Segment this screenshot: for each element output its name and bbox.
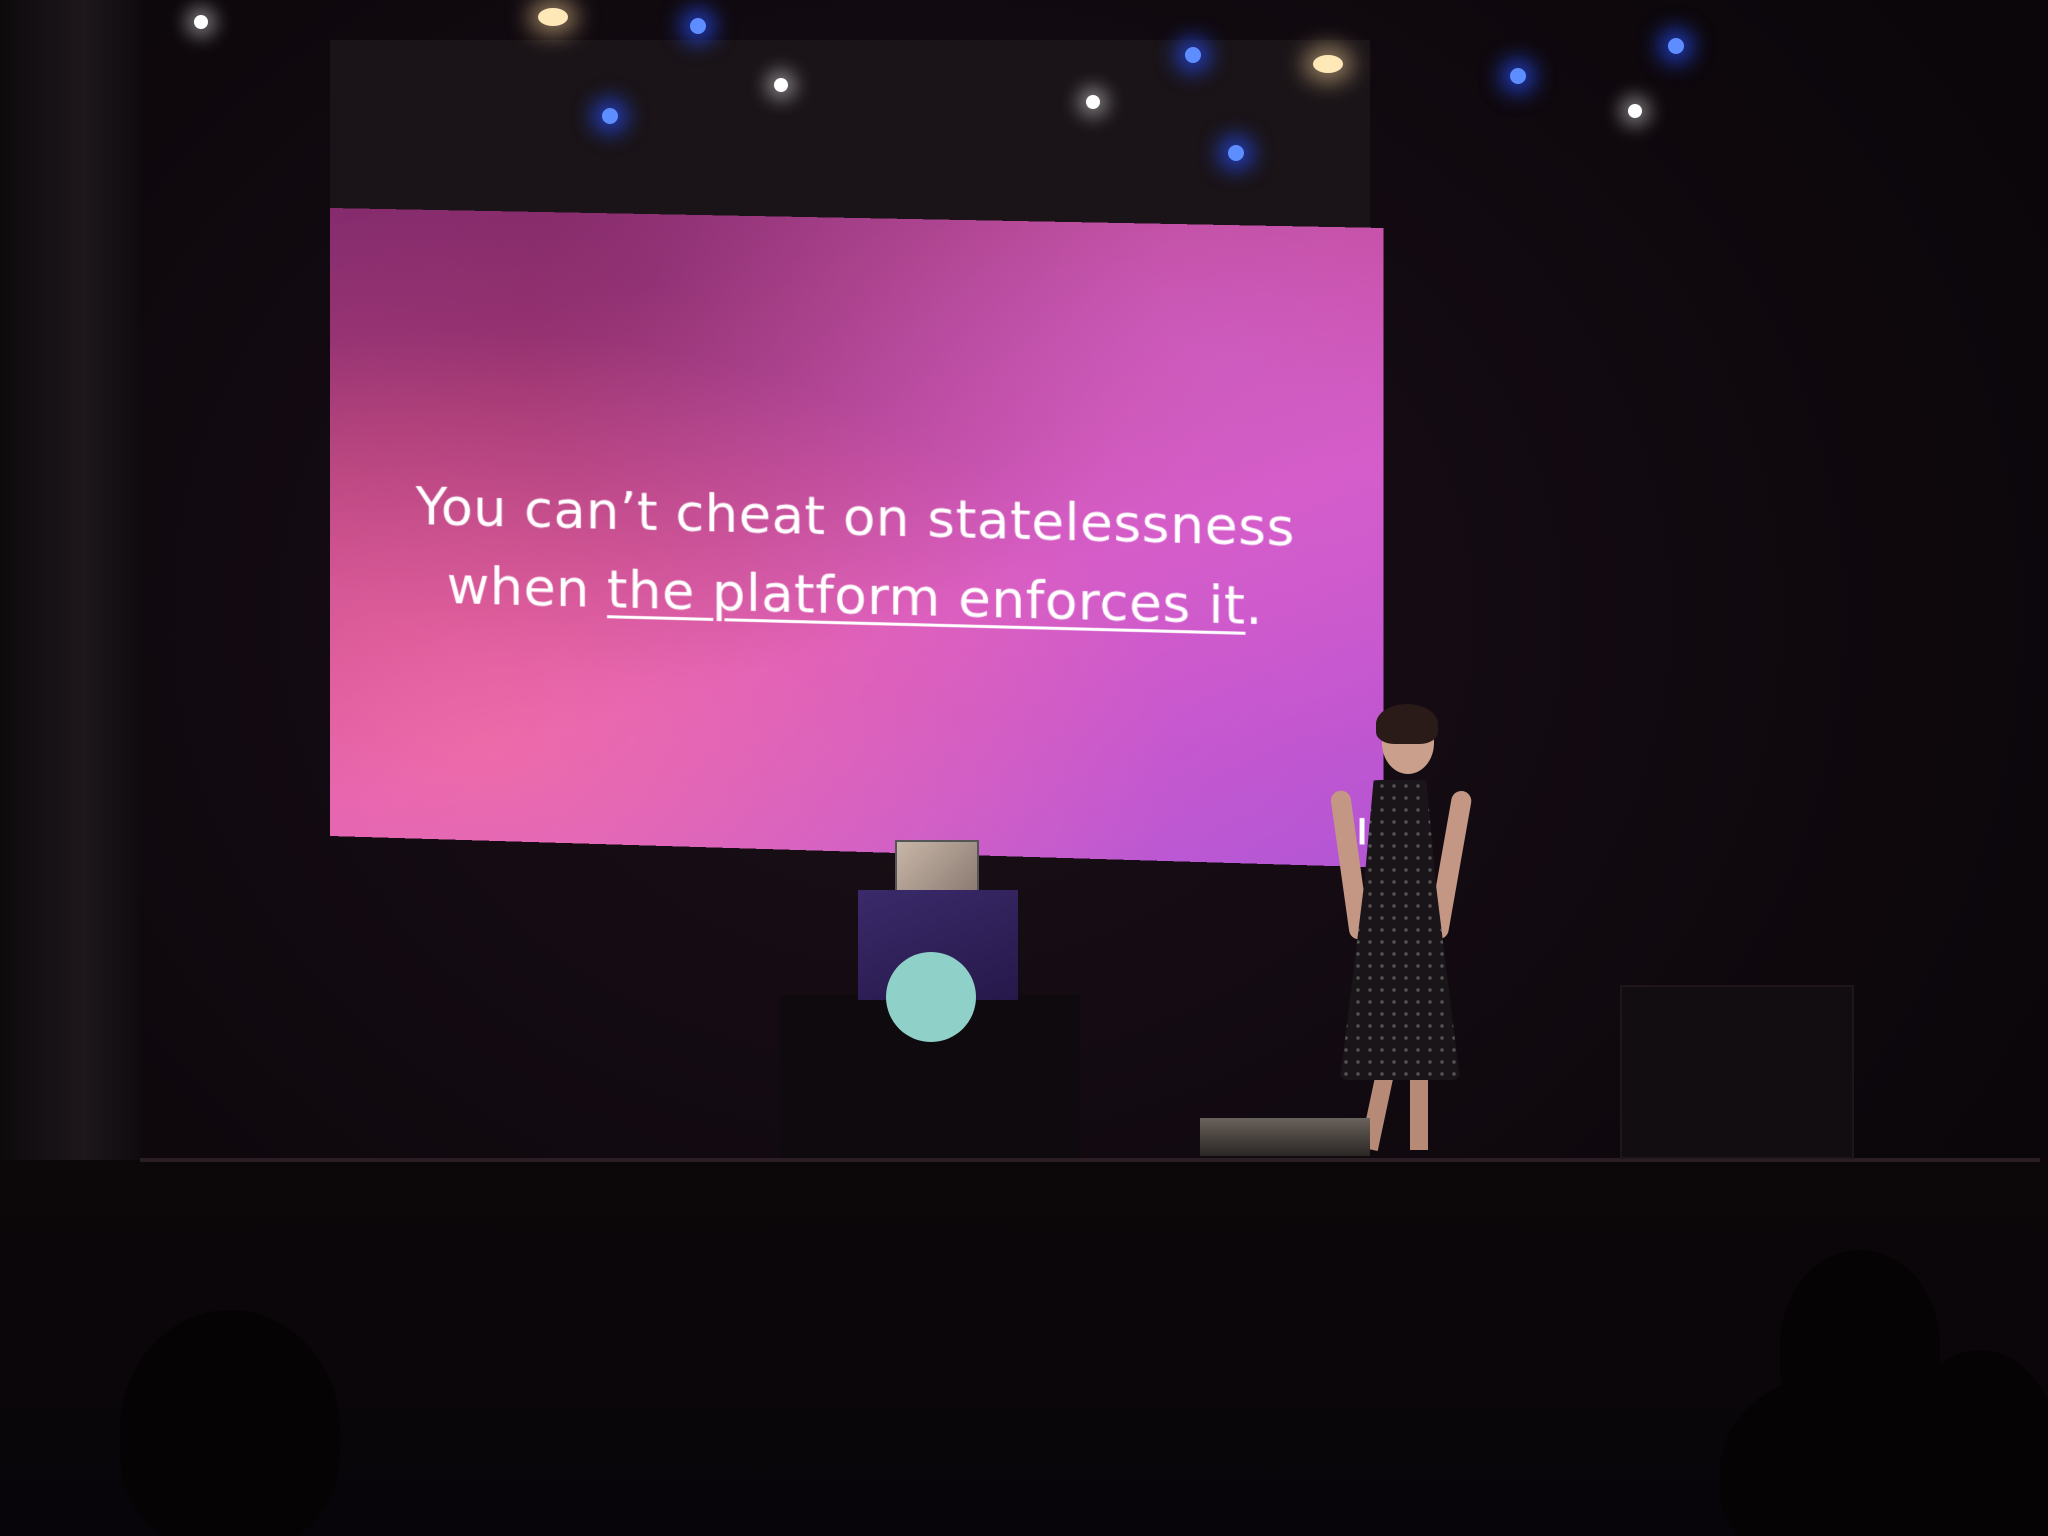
stage-light bbox=[538, 8, 568, 26]
stage-light bbox=[1185, 47, 1201, 63]
slide-underlined-phrase: the platform enforces it bbox=[607, 560, 1245, 637]
audience-head bbox=[120, 1310, 340, 1536]
stage-light bbox=[1628, 104, 1642, 118]
stage-light bbox=[1668, 38, 1684, 54]
speaker-leg bbox=[1410, 1072, 1428, 1150]
stage-light bbox=[690, 18, 706, 34]
stage-light bbox=[194, 15, 208, 29]
podium-logo bbox=[886, 952, 976, 1042]
stage-light bbox=[1510, 68, 1526, 84]
stage-scene: You can’t cheat on statelessness when th… bbox=[0, 0, 2048, 1536]
floor-monitor bbox=[1200, 1118, 1370, 1156]
slide-line-2-prefix: when bbox=[447, 556, 607, 620]
speaker-hair bbox=[1376, 704, 1438, 744]
stage-light bbox=[1086, 95, 1100, 109]
presentation-slide: You can’t cheat on statelessness when th… bbox=[330, 208, 1383, 868]
lighting-rig bbox=[0, 0, 2048, 200]
speaker bbox=[1300, 700, 1500, 1160]
stage-light bbox=[774, 78, 788, 92]
stage-light bbox=[1228, 145, 1244, 161]
laptop bbox=[895, 840, 979, 892]
stage-light bbox=[602, 108, 618, 124]
slide-line-2-suffix: . bbox=[1245, 576, 1263, 637]
stage-light bbox=[1313, 55, 1343, 73]
podium bbox=[858, 890, 1018, 1000]
slide-quote: You can’t cheat on statelessness when th… bbox=[390, 467, 1321, 648]
stage-equipment bbox=[1620, 985, 1854, 1159]
audience bbox=[0, 1230, 2048, 1536]
